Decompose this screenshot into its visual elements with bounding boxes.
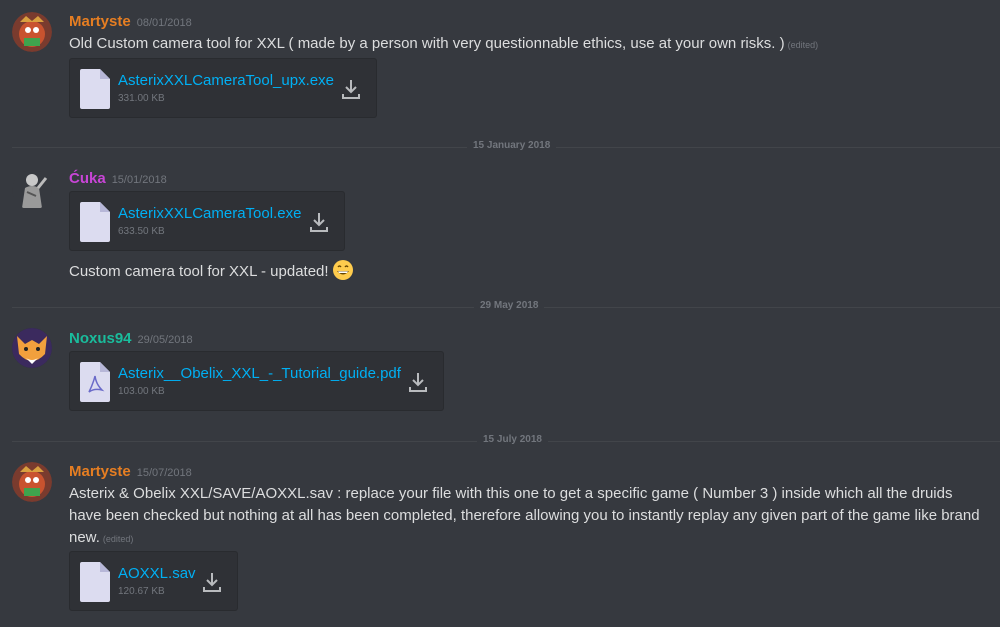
date-divider: 29 May 2018 — [12, 300, 1000, 311]
author-name[interactable]: Noxus94 — [69, 330, 132, 347]
date-divider-label: 15 January 2018 — [467, 140, 557, 151]
timestamp: 29/05/2018 — [137, 334, 193, 346]
date-divider-label: 15 July 2018 — [477, 434, 548, 445]
pdf-icon — [80, 362, 110, 402]
file-icon — [80, 202, 110, 242]
author-name[interactable]: Martyste — [69, 463, 131, 480]
attachment-filename-link[interactable]: AsterixXXLCameraTool_upx.exe — [118, 72, 334, 89]
user-avatar-martyste[interactable] — [12, 12, 52, 52]
message-header: Martyste 15/07/2018 — [69, 463, 192, 481]
download-icon[interactable] — [340, 77, 362, 101]
message-body: Old Custom camera tool for XXL ( made by… — [69, 35, 785, 52]
date-divider-label: 29 May 2018 — [474, 300, 545, 311]
download-icon[interactable] — [308, 210, 330, 234]
message-text: Old Custom camera tool for XXL ( made by… — [69, 33, 818, 56]
author-name[interactable]: Ćuka — [69, 170, 106, 187]
timestamp: 15/07/2018 — [136, 467, 192, 479]
edited-label: (edited) — [102, 534, 134, 544]
file-attachment: AOXXL.sav 120.67 KB — [69, 551, 238, 611]
attachment-filename-link[interactable]: Asterix__Obelix_XXL_-_Tutorial_guide.pdf — [118, 365, 401, 382]
attachment-filesize: 633.50 KB — [118, 226, 165, 237]
attachment-filesize: 331.00 KB — [118, 93, 165, 104]
file-attachment: AsterixXXLCameraTool_upx.exe 331.00 KB — [69, 58, 377, 118]
edited-label: (edited) — [787, 40, 819, 50]
timestamp: 15/01/2018 — [111, 174, 167, 186]
message-line: new. — [69, 529, 100, 546]
timestamp: 08/01/2018 — [136, 17, 192, 29]
message-line: Asterix & Obelix XXL/SAVE/AOXXL.sav : re… — [69, 485, 953, 502]
user-avatar-martyste[interactable] — [12, 462, 52, 502]
download-icon[interactable] — [407, 370, 429, 394]
download-icon[interactable] — [201, 570, 223, 594]
grinning-face-emoji — [332, 260, 353, 280]
attachment-filename-link[interactable]: AOXXL.sav — [118, 565, 196, 582]
message-line: have been checked but nothing at all has… — [69, 507, 980, 524]
message-header: Ćuka 15/01/2018 — [69, 170, 167, 188]
message-text: Custom camera tool for XXL - updated! — [69, 259, 354, 283]
file-icon — [80, 69, 110, 109]
attachment-filesize: 103.00 KB — [118, 386, 165, 397]
message-text: Asterix & Obelix XXL/SAVE/AOXXL.sav : re… — [69, 483, 994, 550]
user-avatar-cuka[interactable] — [12, 170, 52, 210]
attachment-filename-link[interactable]: AsterixXXLCameraTool.exe — [118, 205, 301, 222]
date-divider: 15 July 2018 — [12, 434, 1000, 445]
message-body: Custom camera tool for XXL - updated! — [69, 263, 329, 280]
attachment-filesize: 120.67 KB — [118, 586, 165, 597]
message-line-last: new. (edited) — [69, 527, 994, 550]
message-header: Martyste 08/01/2018 — [69, 13, 192, 31]
date-divider: 15 January 2018 — [12, 140, 1000, 151]
file-attachment: Asterix__Obelix_XXL_-_Tutorial_guide.pdf… — [69, 351, 444, 411]
author-name[interactable]: Martyste — [69, 13, 131, 30]
message-header: Noxus94 29/05/2018 — [69, 330, 193, 348]
file-icon — [80, 562, 110, 602]
file-attachment: AsterixXXLCameraTool.exe 633.50 KB — [69, 191, 345, 251]
user-avatar-noxus94[interactable] — [12, 328, 52, 368]
